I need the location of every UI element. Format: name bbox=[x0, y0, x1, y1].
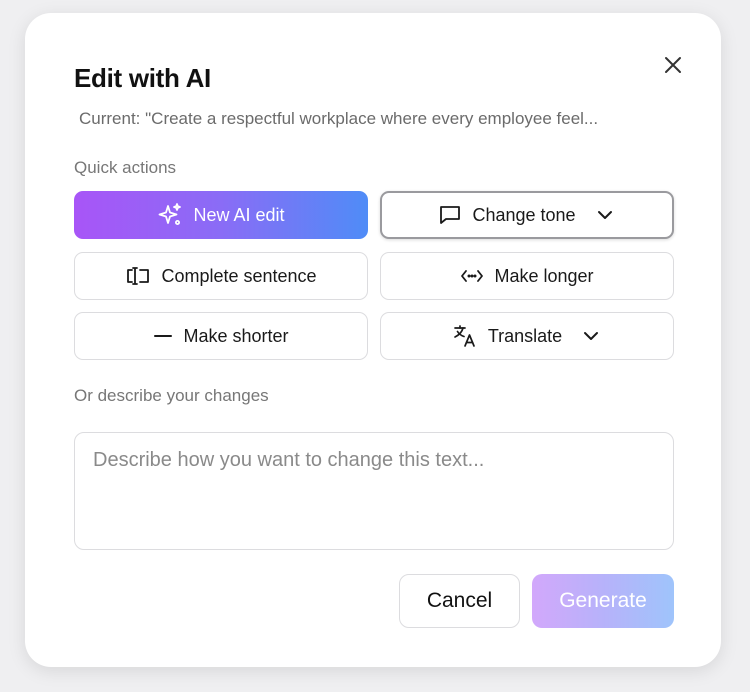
change-tone-label: Change tone bbox=[472, 204, 576, 225]
translate-label: Translate bbox=[487, 325, 563, 346]
edit-with-ai-dialog: Edit with AI Current: "Create a respectf… bbox=[25, 13, 721, 667]
text-cursor-icon bbox=[127, 267, 150, 285]
change-tone-button[interactable]: Change tone bbox=[380, 191, 674, 239]
close-button[interactable] bbox=[659, 51, 687, 79]
current-text-preview: Current: "Create a respectful workplace … bbox=[79, 109, 599, 128]
generate-button[interactable]: Generate bbox=[532, 574, 674, 628]
new-ai-edit-button[interactable]: New AI edit bbox=[74, 191, 368, 239]
chevron-down-icon bbox=[584, 332, 599, 340]
complete-sentence-button[interactable]: Complete sentence bbox=[74, 252, 368, 300]
speech-bubble-icon bbox=[440, 206, 461, 224]
new-ai-edit-label: New AI edit bbox=[193, 204, 285, 225]
translate-icon bbox=[453, 325, 475, 347]
make-longer-label: Make longer bbox=[494, 265, 594, 286]
cancel-button[interactable]: Cancel bbox=[399, 574, 520, 628]
chevron-down-icon bbox=[597, 211, 612, 219]
minus-icon bbox=[154, 335, 173, 337]
translate-button[interactable]: Translate bbox=[380, 312, 674, 360]
make-shorter-label: Make shorter bbox=[183, 325, 289, 346]
describe-changes-label: Or describe your changes bbox=[74, 386, 269, 405]
close-icon bbox=[665, 57, 681, 73]
expand-horizontal-icon bbox=[461, 270, 484, 282]
make-longer-button[interactable]: Make longer bbox=[380, 252, 674, 300]
complete-sentence-label: Complete sentence bbox=[161, 265, 317, 286]
make-shorter-button[interactable]: Make shorter bbox=[74, 312, 368, 360]
describe-changes-input[interactable] bbox=[74, 432, 674, 550]
quick-actions-label: Quick actions bbox=[74, 158, 177, 177]
sparkles-icon bbox=[159, 203, 182, 225]
dialog-title: Edit with AI bbox=[74, 63, 211, 93]
